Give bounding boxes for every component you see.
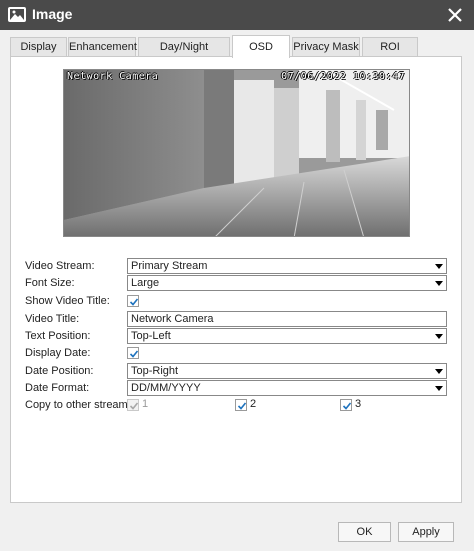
chevron-down-icon [435,264,443,269]
tab-privacy-mask[interactable]: Privacy Mask [292,37,360,57]
title-bar: Image [0,0,474,30]
font-size-value: Large [131,277,160,289]
copy-stream-3-checkbox[interactable] [340,399,352,411]
chevron-down-icon [435,281,443,286]
tab-roi[interactable]: ROI [362,37,418,57]
checkmark-icon [237,402,247,410]
close-icon[interactable] [446,4,464,24]
text-position-value: Top-Left [131,330,171,342]
video-stream-select[interactable]: Primary Stream [127,258,447,274]
camera-preview: Network Camera 07/06/2022 10:30:47 [63,69,410,237]
camera-scene-image [64,70,409,236]
copy-stream-2-label: 2 [250,398,257,410]
checkmark-icon [129,298,139,306]
osd-title-overlay: Network Camera [67,71,159,82]
date-position-select[interactable]: Top-Right [127,363,447,379]
date-position-label: Date Position: [25,365,94,377]
date-position-value: Top-Right [131,365,179,377]
tab-display[interactable]: Display [10,37,67,57]
checkmark-icon [129,402,139,410]
copy-stream-3-label: 3 [355,398,362,410]
checkmark-icon [129,350,139,358]
video-title-input[interactable]: Network Camera [127,311,447,327]
copy-stream-1-checkbox [127,399,139,411]
checkmark-icon [342,402,352,410]
date-format-label: Date Format: [25,382,90,394]
display-date-checkbox[interactable] [127,347,139,359]
tab-day-night-settings[interactable]: Day/Night Settings [138,37,230,71]
text-position-label: Text Position: [25,330,91,342]
video-title-label: Video Title: [25,313,80,325]
tab-osd[interactable]: OSD [232,35,290,58]
image-icon [8,7,26,22]
copy-stream-2-checkbox[interactable] [235,399,247,411]
chevron-down-icon [435,334,443,339]
chevron-down-icon [435,369,443,374]
copy-stream-1-label: 1 [142,398,149,410]
font-size-select[interactable]: Large [127,275,447,291]
font-size-label: Font Size: [25,277,75,289]
dialog-title: Image [32,6,73,22]
osd-panel: Network Camera 07/06/2022 10:30:47 Video… [10,56,462,503]
ok-button[interactable]: OK [338,522,391,542]
apply-button[interactable]: Apply [398,522,454,542]
display-date-label: Display Date: [25,347,91,359]
date-format-value: DD/MM/YYYY [131,382,201,394]
text-position-select[interactable]: Top-Left [127,328,447,344]
copy-streams-row: Copy to other streams: 1 2 3 [25,397,455,413]
chevron-down-icon [435,386,443,391]
copy-streams-label: Copy to other streams: [25,399,137,411]
video-stream-label: Video Stream: [25,260,95,272]
show-video-title-label: Show Video Title: [25,295,110,307]
date-format-select[interactable]: DD/MM/YYYY [127,380,447,396]
video-stream-value: Primary Stream [131,260,208,272]
tab-enhancement[interactable]: Enhancement [68,37,137,57]
show-video-title-checkbox[interactable] [127,295,139,307]
osd-date-overlay: 07/06/2022 10:30:47 [281,71,405,82]
